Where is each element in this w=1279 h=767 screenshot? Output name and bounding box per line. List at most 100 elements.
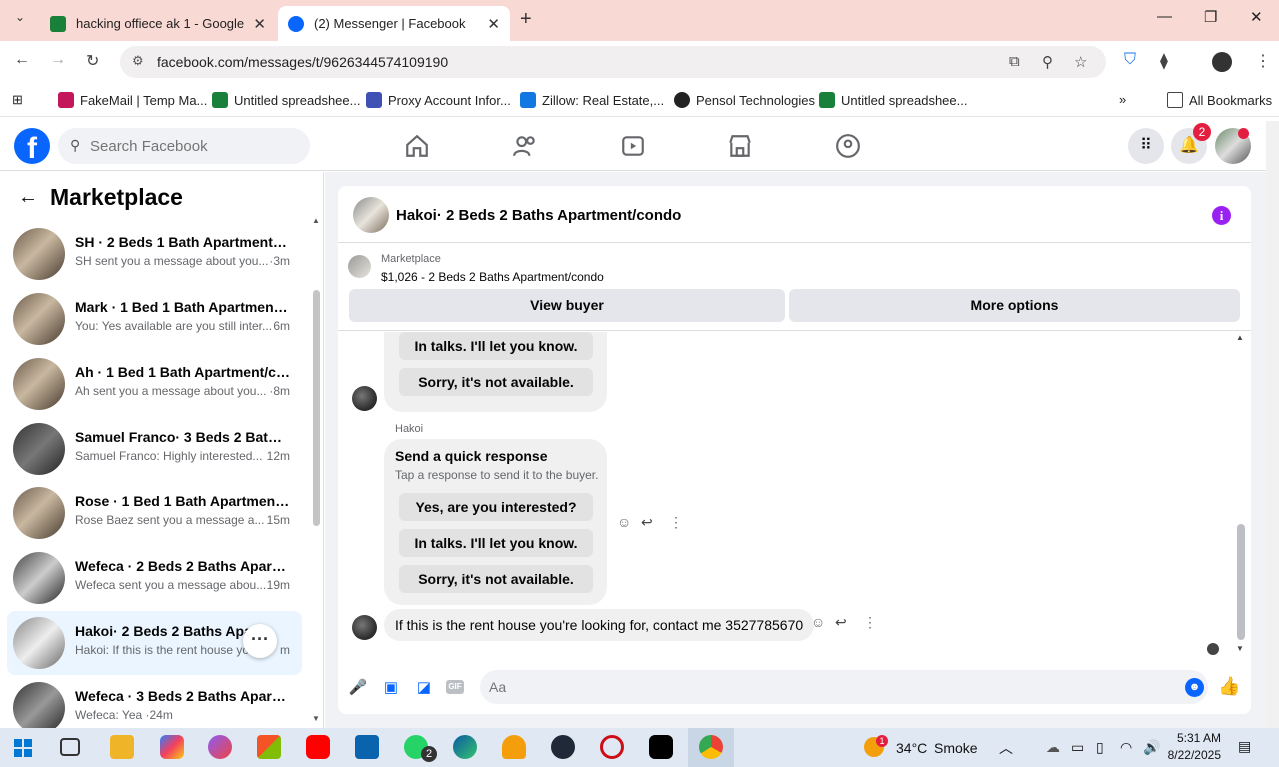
scrollbar-thumb[interactable] [1237,524,1245,640]
site-info-icon[interactable]: ⚙ [132,53,144,69]
clock-time[interactable]: 5:31 AM [1166,731,1221,745]
edge-icon[interactable] [453,735,477,759]
app-icon[interactable] [208,735,232,759]
groups-icon[interactable] [835,133,861,159]
quick-reply-button[interactable]: In talks. I'll let you know. [399,332,593,360]
conversation-more-button[interactable]: ··· [243,624,277,658]
close-tab-icon[interactable]: ✕ [253,15,266,33]
conversation-item[interactable]: Rose · 1 Bed 1 Bath Apartment/c... Rose B… [7,481,302,545]
microphone-icon[interactable]: 🎤 [348,678,368,698]
notification-center-icon[interactable]: ▤ [1238,738,1251,755]
sender-avatar[interactable] [352,615,377,640]
zoom-icon[interactable]: ⚲ [1042,53,1053,71]
scroll-up-icon[interactable]: ▲ [312,216,320,225]
minimize-icon[interactable]: — [1157,8,1172,25]
chat-avatar[interactable] [353,197,389,233]
chevron-up-icon[interactable]: ︿ [999,738,1013,758]
youtube-icon[interactable] [306,735,330,759]
react-icon[interactable]: ☺ [617,514,631,530]
bookmark-proxy[interactable]: Proxy Account Infor... [366,92,511,108]
file-explorer-icon[interactable] [110,735,134,759]
page-scrollbar[interactable] [1266,121,1279,728]
scroll-down-icon[interactable]: ▼ [312,714,320,723]
volume-icon[interactable]: 🔊 [1143,739,1160,756]
new-tab-icon[interactable]: + [520,8,532,31]
extension-shield-icon[interactable]: ⛉ [1124,51,1136,69]
reply-icon[interactable]: ↩ [835,614,847,631]
opera-icon[interactable] [600,735,624,759]
wifi-icon[interactable]: ◠ [1120,739,1132,756]
bookmark-star-icon[interactable]: ☆ [1074,53,1087,71]
sidebar-scrollbar[interactable]: ▲ ▼ [312,216,321,726]
back-icon[interactable]: ← [14,51,30,69]
more-options-button[interactable]: More options [789,289,1240,322]
profile-avatar[interactable] [1212,52,1232,72]
chat-title[interactable]: Hakoi· 2 Beds 2 Baths Apartment/condo [396,207,681,224]
info-icon[interactable]: i [1212,206,1231,225]
omnibox[interactable]: ⚙ facebook.com/messages/t/96263445741091… [120,46,1106,78]
emoji-icon[interactable]: ☻ [1185,678,1204,697]
clock-date[interactable]: 8/22/2025 [1160,748,1221,762]
listing-title[interactable]: $1,026 - 2 Beds 2 Baths Apartment/condo [381,270,604,284]
chrome-taskbar-button[interactable] [688,728,734,767]
messages-scrollbar[interactable]: ▲ ▼ [1236,332,1246,662]
windows-start-icon[interactable] [14,739,32,757]
video-icon[interactable] [620,133,646,159]
weather-temp[interactable]: 34°C [896,740,927,756]
quick-reply-button[interactable]: Yes, are you interested? [399,493,593,521]
message-input[interactable] [480,670,1208,704]
conversation-item[interactable]: SH · 2 Beds 1 Bath Apartment/c... SH sent… [7,222,302,286]
sender-avatar[interactable] [352,386,377,411]
conversation-item[interactable]: Samuel Franco· 3 Beds 2 Baths ... Samuel … [7,417,302,481]
close-tab-icon[interactable]: ✕ [487,15,500,33]
scroll-up-icon[interactable]: ▲ [1236,333,1244,342]
tab-google-sheets[interactable]: hacking offiece ak 1 - Google Sh ✕ [40,6,276,41]
all-bookmarks[interactable]: All Bookmarks [1167,92,1272,108]
device-icon[interactable]: ▯ [1096,739,1104,756]
view-buyer-button[interactable]: View buyer [349,289,785,322]
outlook-icon[interactable] [355,735,379,759]
microsoft-store-icon[interactable] [257,735,281,759]
task-view-icon[interactable] [60,738,80,756]
tiktok-icon[interactable] [649,735,673,759]
tab-search-icon[interactable]: ⌄ [8,10,32,30]
app-icon[interactable] [551,735,575,759]
bookmark-spreadsheet-1[interactable]: Untitled spreadshee... [212,92,360,108]
facebook-logo-icon[interactable]: f [14,128,50,165]
install-app-icon[interactable]: ⧉ [1009,53,1020,70]
weather-desc[interactable]: Smoke [934,740,978,756]
facebook-search[interactable]: ⚲ [58,128,310,164]
sticker-icon[interactable]: ◪ [414,678,434,698]
react-icon[interactable]: ☺ [811,614,825,630]
cloud-icon[interactable]: ☁ [1046,739,1060,756]
more-actions-icon[interactable]: ⋮ [863,614,877,631]
conversation-item[interactable]: Ah · 1 Bed 1 Bath Apartment/co... Ah sent… [7,352,302,416]
tab-messenger[interactable]: (2) Messenger | Facebook ✕ [278,6,510,41]
conversation-item[interactable]: Wefeca · 2 Beds 2 Baths Apartm... Wefeca … [7,546,302,610]
quick-reply-button[interactable]: Sorry, it's not available. [399,565,593,593]
search-input[interactable] [88,128,298,164]
home-icon[interactable] [404,133,430,159]
reply-icon[interactable]: ↩ [641,514,653,531]
battery-icon[interactable]: ▭ [1071,739,1084,756]
bookmark-pensol[interactable]: Pensol Technologies [674,92,815,108]
extensions-icon[interactable]: ⧫ [1160,51,1168,71]
bookmark-fakemail[interactable]: FakeMail | Temp Ma... [58,92,207,108]
message-bubble[interactable]: If this is the rent house you're looking… [384,609,815,641]
photo-icon[interactable]: ▣ [381,678,401,698]
conversation-item[interactable]: Mark · 1 Bed 1 Bath Apartment/... You: Ye… [7,287,302,351]
apps-icon[interactable]: ⊞ [12,92,23,108]
friends-icon[interactable] [512,133,538,159]
menu-grid-icon[interactable]: ⠿ [1128,128,1164,164]
more-bookmarks-icon[interactable]: » [1119,92,1126,107]
chrome-menu-icon[interactable]: ⋮ [1255,51,1271,71]
bookmark-spreadsheet-2[interactable]: Untitled spreadshee... [819,92,967,108]
scroll-down-icon[interactable]: ▼ [1236,644,1244,653]
quick-reply-button[interactable]: Sorry, it's not available. [399,368,593,396]
reload-icon[interactable]: ↻ [86,51,99,71]
quick-reply-button[interactable]: In talks. I'll let you know. [399,529,593,557]
scrollbar-thumb[interactable] [313,290,320,526]
app-medal-icon[interactable] [502,735,526,759]
restore-icon[interactable]: ❐ [1204,8,1217,26]
bookmark-zillow[interactable]: Zillow: Real Estate,... [520,92,664,108]
